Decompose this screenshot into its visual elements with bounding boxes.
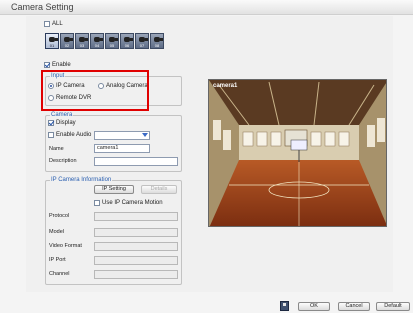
camera-button-03[interactable]: 03 bbox=[75, 33, 89, 49]
ok-button[interactable]: OK bbox=[298, 302, 330, 311]
camera-icon bbox=[124, 37, 133, 42]
enable-checkbox-box[interactable] bbox=[44, 62, 50, 68]
enable-checkbox[interactable]: Enable bbox=[44, 62, 71, 69]
name-label: Name bbox=[49, 146, 64, 152]
camera-button-08[interactable]: 08 bbox=[150, 33, 164, 49]
use-motion-checkbox-box[interactable] bbox=[94, 200, 100, 206]
camera-number: 03 bbox=[79, 43, 85, 48]
preview-camera-label: camera1 bbox=[213, 83, 238, 89]
use-motion-checkbox[interactable]: Use IP Camera Motion bbox=[94, 200, 163, 207]
use-motion-label: Use IP Camera Motion bbox=[102, 200, 163, 206]
camera-icon bbox=[64, 37, 73, 42]
video-format-field[interactable] bbox=[94, 242, 178, 251]
ip-port-field[interactable] bbox=[94, 256, 178, 265]
camera-number: 01 bbox=[49, 43, 55, 48]
camera-button-06[interactable]: 06 bbox=[120, 33, 134, 49]
ip-info-legend: IP Camera Information bbox=[50, 177, 113, 183]
camera-button-02[interactable]: 02 bbox=[60, 33, 74, 49]
highlight-box bbox=[41, 70, 149, 111]
enable-audio-label: Enable Audio bbox=[56, 132, 92, 138]
camera-number: 06 bbox=[124, 43, 130, 48]
camera-number: 02 bbox=[64, 43, 70, 48]
name-input-value: camera1 bbox=[97, 145, 119, 151]
display-label: Display bbox=[56, 120, 76, 126]
enable-label: Enable bbox=[52, 62, 71, 68]
audio-dropdown[interactable] bbox=[94, 131, 150, 140]
all-checkbox[interactable]: ALL bbox=[44, 21, 63, 28]
cancel-button[interactable]: Cancel bbox=[338, 302, 370, 311]
camera-number: 07 bbox=[139, 43, 145, 48]
camera-button-05[interactable]: 05 bbox=[105, 33, 119, 49]
camera-icon bbox=[109, 37, 118, 42]
camera-icon bbox=[79, 37, 88, 42]
display-checkbox[interactable]: Display bbox=[48, 120, 76, 127]
details-button[interactable]: Details bbox=[141, 185, 177, 194]
save-icon[interactable] bbox=[280, 301, 289, 311]
camera-icon bbox=[94, 37, 103, 42]
camera-number: 04 bbox=[94, 43, 100, 48]
description-input[interactable] bbox=[94, 157, 178, 166]
model-field[interactable] bbox=[94, 228, 178, 237]
camera-number: 05 bbox=[109, 43, 115, 48]
camera-preview: camera1 bbox=[208, 79, 387, 227]
all-label: ALL bbox=[52, 21, 63, 27]
gym-scene-image bbox=[209, 80, 386, 226]
camera-icon bbox=[49, 37, 58, 42]
name-input[interactable]: camera1 bbox=[94, 144, 150, 153]
chevron-down-icon bbox=[142, 133, 148, 137]
description-label: Description bbox=[49, 158, 77, 164]
channel-field[interactable] bbox=[94, 270, 178, 279]
enable-audio-checkbox-box[interactable] bbox=[48, 132, 54, 138]
default-button[interactable]: Default bbox=[376, 302, 410, 311]
camera-number: 08 bbox=[154, 43, 160, 48]
window-title: Camera Setting bbox=[11, 2, 74, 12]
model-label: Model bbox=[49, 229, 64, 235]
camera-button-04[interactable]: 04 bbox=[90, 33, 104, 49]
camera-button-07[interactable]: 07 bbox=[135, 33, 149, 49]
ip-setting-button[interactable]: IP Setting bbox=[94, 185, 134, 194]
ip-port-label: IP Port bbox=[49, 257, 66, 263]
camera-icon bbox=[139, 37, 148, 42]
camera-icon bbox=[154, 37, 163, 42]
display-checkbox-box[interactable] bbox=[48, 120, 54, 126]
enable-audio-checkbox[interactable]: Enable Audio bbox=[48, 132, 91, 139]
camera-button-01[interactable]: 01 bbox=[45, 33, 59, 49]
camera-legend: Camera bbox=[50, 112, 74, 118]
title-bar: Camera Setting bbox=[0, 0, 413, 15]
channel-label: Channel bbox=[49, 271, 70, 277]
protocol-field[interactable] bbox=[94, 212, 178, 221]
video-format-label: Video Format bbox=[49, 243, 82, 249]
all-checkbox-box[interactable] bbox=[44, 21, 50, 27]
protocol-label: Protocol bbox=[49, 213, 70, 219]
